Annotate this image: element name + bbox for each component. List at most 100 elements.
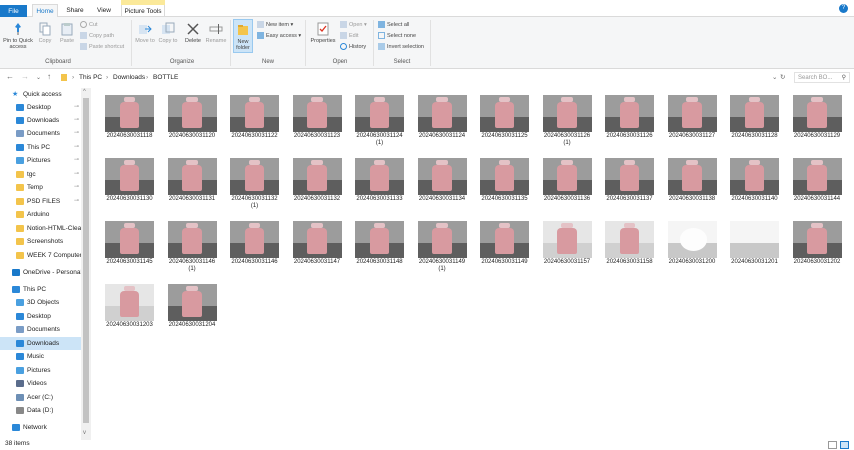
file-item[interactable]: 20240630031146 — [224, 216, 283, 276]
nav-item[interactable]: WEEK 7 Computer — [0, 249, 91, 262]
edit-button[interactable]: Edit — [340, 31, 358, 41]
file-item[interactable]: 20240630031130 — [99, 153, 158, 213]
nav-item[interactable]: PSD FILES ⊸ — [0, 195, 91, 208]
file-item[interactable]: 20240630031123 — [287, 90, 346, 150]
chevron-down-icon[interactable]: ⌄ — [772, 73, 777, 83]
file-item[interactable]: 20240630031201 — [724, 216, 783, 276]
nav-item[interactable]: Desktop — [0, 310, 91, 323]
nav-item[interactable]: Pictures ⊸ — [0, 154, 91, 167]
file-item[interactable]: 20240630031132 (1) — [224, 153, 283, 213]
paste-button[interactable]: Paste — [58, 22, 76, 44]
breadcrumb-this-pc[interactable]: This PC — [79, 73, 102, 83]
nav-item[interactable]: Videos — [0, 377, 91, 390]
file-item[interactable]: 20240630031200 — [662, 216, 721, 276]
file-item[interactable]: 20240630031204 — [162, 279, 221, 339]
nav-item[interactable]: Documents ⊸ — [0, 127, 91, 140]
file-item[interactable]: 20240630031138 — [662, 153, 721, 213]
file-item[interactable]: 20240630031149 (1) — [412, 216, 471, 276]
recent-locations-icon[interactable]: ⌄ — [36, 74, 41, 81]
nav-item[interactable]: Temp ⊸ — [0, 181, 91, 194]
move-to-button[interactable]: Move to — [135, 22, 155, 44]
file-item[interactable]: 20240630031127 — [662, 90, 721, 150]
file-item[interactable]: 20240630031137 — [599, 153, 658, 213]
nav-item[interactable]: Network — [0, 421, 91, 434]
file-item[interactable]: 20240630031133 — [349, 153, 408, 213]
large-icons-view-icon[interactable] — [840, 441, 849, 449]
history-button[interactable]: History — [340, 42, 366, 52]
rename-button[interactable]: Rename — [205, 22, 227, 44]
nav-item[interactable]: Data (D:) — [0, 404, 91, 417]
properties-button[interactable]: Properties — [309, 22, 337, 44]
nav-item[interactable]: Arduino — [0, 208, 91, 221]
nav-item[interactable]: Pictures — [0, 364, 91, 377]
new-item-button[interactable]: New item ▾ — [257, 20, 293, 30]
file-item[interactable]: 20240630031157 — [537, 216, 596, 276]
copy-to-button[interactable]: Copy to — [158, 22, 178, 44]
nav-item[interactable]: Screenshots — [0, 235, 91, 248]
file-item[interactable]: 20240630031147 — [287, 216, 346, 276]
file-item[interactable]: 20240630031122 — [224, 90, 283, 150]
nav-item[interactable]: Documents — [0, 323, 91, 336]
file-item[interactable]: 20240630031140 — [724, 153, 783, 213]
file-item[interactable]: 20240630031126 — [599, 90, 658, 150]
paste-shortcut-button[interactable]: Paste shortcut — [80, 42, 124, 52]
file-item[interactable]: 20240630031135 — [474, 153, 533, 213]
nav-item[interactable]: OneDrive - Personal — [0, 266, 91, 279]
breadcrumb-downloads[interactable]: Downloads — [113, 73, 145, 83]
file-item[interactable]: 20240630031203 — [99, 279, 158, 339]
invert-selection-button[interactable]: Invert selection — [378, 42, 424, 52]
up-arrow-icon[interactable]: ↑ — [47, 72, 51, 81]
new-folder-button[interactable]: New folder — [233, 19, 253, 53]
nav-item[interactable]: tgc ⊸ — [0, 168, 91, 181]
nav-item[interactable]: This PC ⊸ — [0, 141, 91, 154]
file-item[interactable]: 20240630031202 — [787, 216, 846, 276]
tab-home[interactable]: Home — [32, 4, 58, 17]
details-view-icon[interactable] — [828, 441, 837, 449]
scroll-down-icon[interactable]: v — [83, 430, 86, 436]
forward-arrow-icon[interactable]: → — [21, 72, 29, 81]
nav-item[interactable]: Desktop ⊸ — [0, 101, 91, 114]
refresh-icon[interactable]: ↻ — [780, 73, 785, 83]
search-input[interactable]: Search BO... ⚲ — [794, 72, 850, 83]
open-button[interactable]: Open ▾ — [340, 20, 367, 30]
copy-path-button[interactable]: Copy path — [80, 31, 114, 41]
file-item[interactable]: 20240630031125 — [474, 90, 533, 150]
file-item[interactable]: 20240630031136 — [537, 153, 596, 213]
nav-item[interactable]: Notion-HTML-Cleaner — [0, 222, 91, 235]
nav-item[interactable]: This PC — [0, 283, 91, 296]
tab-view[interactable]: View — [92, 4, 116, 17]
copy-button[interactable]: Copy — [36, 22, 54, 44]
pin-quick-access-button[interactable]: Pin to Quick access — [2, 22, 34, 50]
help-icon[interactable]: ? — [839, 4, 848, 13]
easy-access-button[interactable]: Easy access ▾ — [257, 31, 301, 41]
select-all-button[interactable]: Select all — [378, 20, 409, 30]
nav-item[interactable]: ★ Quick access — [0, 88, 91, 101]
nav-scrollbar-thumb[interactable] — [83, 98, 89, 423]
address-bar[interactable]: › This PC › Downloads › BOTTLE ⌄ ↻ — [57, 72, 788, 83]
file-item[interactable]: 20240630031134 — [412, 153, 471, 213]
file-item[interactable]: 20240630031118 — [99, 90, 158, 150]
file-item[interactable]: 20240630031145 — [99, 216, 158, 276]
file-item[interactable]: 20240630031126 (1) — [537, 90, 596, 150]
nav-item[interactable]: Music — [0, 350, 91, 363]
cut-button[interactable]: Cut — [80, 20, 98, 30]
file-item[interactable]: 20240630031132 — [287, 153, 346, 213]
file-item[interactable]: 20240630031148 — [349, 216, 408, 276]
file-item[interactable]: 20240630031124 (1) — [349, 90, 408, 150]
file-item[interactable]: 20240630031144 — [787, 153, 846, 213]
breadcrumb-bottle[interactable]: BOTTLE — [153, 73, 178, 83]
file-item[interactable]: 20240630031120 — [162, 90, 221, 150]
back-arrow-icon[interactable]: ← — [6, 72, 14, 81]
file-item[interactable]: 20240630031131 — [162, 153, 221, 213]
file-item[interactable]: 20240630031146 (1) — [162, 216, 221, 276]
file-item[interactable]: 20240630031129 — [787, 90, 846, 150]
nav-item[interactable]: 3D Objects — [0, 296, 91, 309]
file-item[interactable]: 20240630031124 — [412, 90, 471, 150]
nav-item[interactable]: Acer (C:) — [0, 391, 91, 404]
select-none-button[interactable]: Select none — [378, 31, 416, 41]
tab-share[interactable]: Share — [63, 4, 87, 17]
nav-item[interactable]: Downloads — [0, 337, 91, 350]
nav-item[interactable]: Downloads ⊸ — [0, 114, 91, 127]
file-item[interactable]: 20240630031128 — [724, 90, 783, 150]
file-item[interactable]: 20240630031149 — [474, 216, 533, 276]
